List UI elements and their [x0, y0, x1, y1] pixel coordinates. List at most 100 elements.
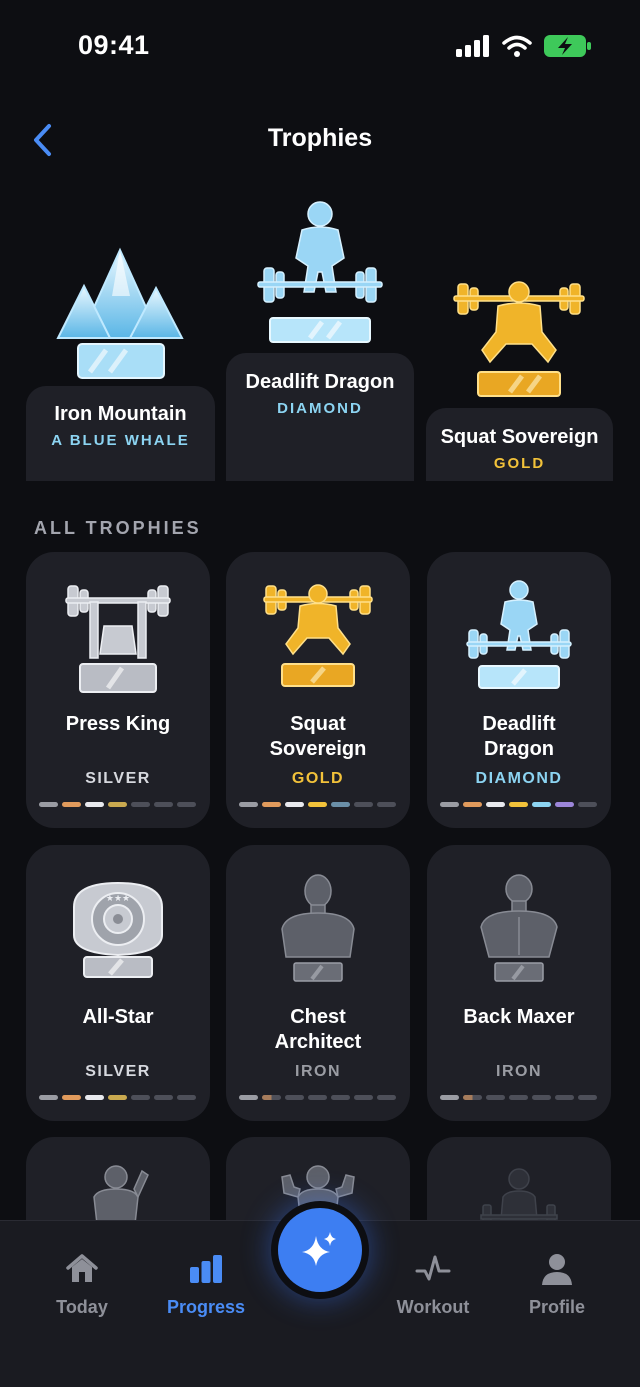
deadlift-trophy-icon	[257, 201, 383, 343]
tier-progress	[440, 802, 597, 807]
tier-dot	[131, 802, 150, 807]
tier-dot	[377, 1095, 396, 1100]
tier-dot	[440, 802, 459, 807]
tier-dot	[532, 1095, 551, 1100]
podium-card-center[interactable]: Deadlift Dragon DIAMOND	[226, 353, 414, 481]
tier-dot	[39, 802, 58, 807]
tier-dot	[85, 802, 104, 807]
trophy-name: Back Maxer	[463, 1006, 575, 1028]
tab-progress[interactable]: Progress	[151, 1251, 261, 1318]
battery-charging-icon	[544, 35, 591, 57]
chest-bust-trophy-icon	[281, 874, 355, 982]
tier-dot	[331, 802, 350, 807]
page-title: Trophies	[267, 124, 373, 152]
tier-progress	[239, 802, 396, 807]
tier-dot	[308, 1095, 327, 1100]
trophy-name: Deadlift Dragon	[482, 713, 556, 760]
tier-dot	[177, 802, 196, 807]
tier-dot	[532, 802, 551, 807]
tab-workout[interactable]: Workout	[378, 1251, 488, 1318]
podium-card-left[interactable]: Iron Mountain A BLUE WHALE	[26, 386, 215, 481]
ice-mountain-trophy-icon	[56, 247, 184, 379]
tier-dot	[285, 802, 304, 807]
trophy-card[interactable]: Back Maxer IRON	[427, 845, 611, 1121]
tier-dot	[62, 802, 81, 807]
podium-tier: DIAMOND	[277, 400, 363, 417]
medal-trophy-icon: ★★★	[73, 881, 163, 978]
tier-dot	[486, 1095, 505, 1100]
tier-dot	[262, 802, 281, 807]
section-label: ALL TROPHIES	[34, 518, 202, 538]
tier-progress	[239, 1095, 396, 1100]
podium-name: Squat Sovereign	[440, 426, 599, 448]
trophy-card[interactable]: Deadlift Dragon DIAMOND	[427, 552, 611, 828]
tier-dot	[239, 1095, 258, 1100]
tier-dot	[239, 802, 258, 807]
trophy-name: Chest Architect	[274, 1006, 362, 1053]
tab-label: Profile	[528, 1297, 585, 1317]
tier-dot	[154, 1095, 173, 1100]
bar-chart-icon	[190, 1255, 222, 1283]
tier-dot	[354, 802, 373, 807]
tier-progress	[39, 802, 196, 807]
tier-dot	[354, 1095, 373, 1100]
trophy-tier: DIAMOND	[475, 770, 563, 787]
trophy-tier: SILVER	[85, 770, 151, 787]
tier-dot	[509, 802, 528, 807]
trophy-tier: IRON	[496, 1063, 542, 1080]
tier-dot	[463, 802, 482, 807]
trophy-card[interactable]: ★★★ All-Star SILVER	[26, 845, 210, 1121]
tier-dot	[555, 802, 574, 807]
tier-dot	[262, 1095, 281, 1100]
status-time: 09:41	[78, 30, 150, 60]
bench-press-trophy-icon	[65, 585, 171, 693]
tier-dot	[331, 1095, 350, 1100]
tier-dot	[463, 1095, 482, 1100]
trophy-card[interactable]: Chest Architect IRON	[226, 845, 410, 1121]
status-bar: 09:41	[0, 0, 640, 96]
podium-name: Deadlift Dragon	[245, 371, 395, 393]
tier-dot	[39, 1095, 58, 1100]
pulse-icon	[415, 1255, 451, 1281]
home-icon	[66, 1254, 98, 1282]
podium-tier: GOLD	[493, 455, 546, 472]
sparkle-icon	[302, 1232, 336, 1266]
trophy-card[interactable]: Squat Sovereign GOLD	[226, 552, 410, 828]
squat-trophy-icon	[453, 281, 585, 397]
tab-label: Workout	[396, 1297, 470, 1317]
tab-label: Progress	[166, 1297, 246, 1317]
trophy-tier: IRON	[295, 1063, 341, 1080]
tier-dot	[377, 802, 396, 807]
status-icons	[456, 34, 592, 58]
tier-progress	[440, 1095, 597, 1100]
back-bust-trophy-icon	[480, 874, 558, 982]
signal-icon	[456, 35, 489, 57]
tier-dot	[578, 802, 597, 807]
trophy-tier: SILVER	[85, 1063, 151, 1080]
tier-dot	[285, 1095, 304, 1100]
tier-dot	[578, 1095, 597, 1100]
trophy-name: Squat Sovereign	[269, 713, 367, 760]
podium-tier: A BLUE WHALE	[51, 432, 190, 449]
trophy-name: Press King	[65, 713, 171, 735]
tier-dot	[131, 1095, 150, 1100]
tier-dot	[154, 802, 173, 807]
person-icon	[542, 1254, 572, 1285]
ai-sparkle-button[interactable]	[278, 1208, 362, 1292]
trophy-name: All-Star	[82, 1006, 154, 1028]
tab-today[interactable]: Today	[27, 1251, 137, 1318]
tier-dot	[108, 1095, 127, 1100]
tab-profile[interactable]: Profile	[502, 1251, 612, 1318]
tier-dot	[108, 802, 127, 807]
tier-dot	[85, 1095, 104, 1100]
deadlift-trophy-icon	[466, 580, 572, 689]
svg-text:★★★: ★★★	[106, 894, 130, 904]
tier-dot	[62, 1095, 81, 1100]
tier-dot	[308, 802, 327, 807]
trophy-card[interactable]: Press King SILVER	[26, 552, 210, 828]
tier-dot	[509, 1095, 528, 1100]
tier-dot	[177, 1095, 196, 1100]
podium-card-right[interactable]: Squat Sovereign GOLD	[426, 408, 613, 481]
tier-progress	[39, 1095, 196, 1100]
trophy-tier: GOLD	[291, 770, 345, 787]
